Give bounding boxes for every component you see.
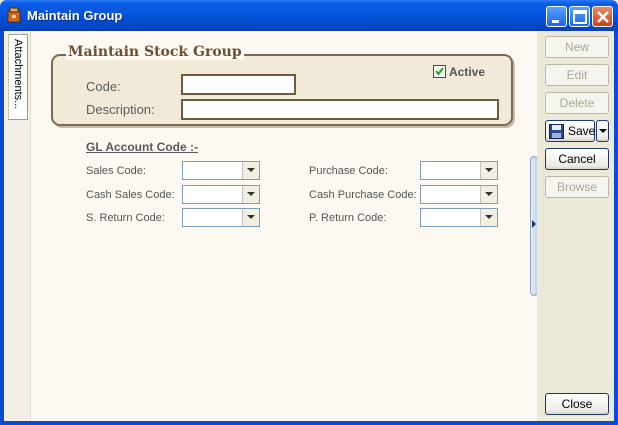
close-window-button[interactable]	[592, 6, 613, 27]
gl-account-heading: GL Account Code :-	[86, 140, 198, 154]
maximize-icon	[573, 10, 587, 24]
group-title: Maintain Stock Group	[66, 44, 244, 60]
purchase-code-select[interactable]	[420, 161, 498, 180]
dropdown-arrow[interactable]	[480, 209, 497, 226]
s-return-code-select[interactable]	[182, 208, 260, 227]
chevron-down-icon	[247, 192, 255, 196]
delete-button[interactable]: Delete	[545, 92, 609, 114]
description-label: Description:	[86, 102, 155, 117]
close-icon	[597, 11, 609, 23]
attachments-tab[interactable]: Attachments...	[8, 34, 28, 120]
chevron-down-icon	[247, 215, 255, 219]
save-button[interactable]: Save	[545, 120, 595, 142]
cash-purchase-code-select[interactable]	[420, 185, 498, 204]
app-icon	[7, 7, 21, 23]
save-options-dropdown[interactable]	[596, 120, 609, 142]
dropdown-arrow[interactable]	[480, 162, 497, 179]
minimize-button[interactable]	[546, 6, 567, 27]
new-button[interactable]: New	[545, 36, 609, 58]
active-label: Active	[449, 65, 486, 79]
title-bar[interactable]: Maintain Group	[0, 0, 618, 31]
p-return-code-select[interactable]	[420, 208, 498, 227]
chevron-down-icon	[485, 192, 493, 196]
cancel-button[interactable]: Cancel	[545, 148, 609, 170]
side-tab-strip: Attachments...	[4, 31, 31, 421]
chevron-down-icon	[485, 168, 493, 172]
dropdown-arrow[interactable]	[242, 162, 259, 179]
client-area: Attachments... Maintain Stock Group Acti…	[4, 31, 614, 421]
action-panel: New Edit Delete Save Cancel Browse Close	[537, 31, 614, 421]
p-return-code-label: P. Return Code:	[309, 212, 387, 224]
edit-button[interactable]: Edit	[545, 64, 609, 86]
dropdown-arrow[interactable]	[242, 209, 259, 226]
dropdown-arrow[interactable]	[480, 186, 497, 203]
save-button-label: Save	[568, 124, 596, 138]
chevron-down-icon	[485, 215, 493, 219]
code-input[interactable]	[181, 74, 296, 95]
code-label: Code:	[86, 79, 121, 94]
cash-purchase-code-label: Cash Purchase Code:	[309, 189, 417, 201]
cash-sales-code-select[interactable]	[182, 185, 260, 204]
maximize-button[interactable]	[569, 6, 590, 27]
chevron-down-icon	[599, 129, 607, 133]
chevron-down-icon	[247, 168, 255, 172]
floppy-disk-icon	[549, 124, 564, 139]
close-button[interactable]: Close	[545, 393, 609, 415]
sales-code-label: Sales Code:	[86, 165, 146, 177]
window: Maintain Group Attachments... Maintain S…	[0, 0, 618, 425]
description-input[interactable]	[181, 99, 499, 120]
checkmark-icon	[435, 67, 444, 76]
s-return-code-label: S. Return Code:	[86, 212, 165, 224]
browse-button[interactable]: Browse	[545, 176, 609, 198]
purchase-code-label: Purchase Code:	[309, 165, 388, 177]
dropdown-arrow[interactable]	[242, 186, 259, 203]
attachments-tab-label: Attachments...	[12, 39, 24, 110]
sales-code-select[interactable]	[182, 161, 260, 180]
active-checkbox[interactable]	[433, 65, 446, 78]
cash-sales-code-label: Cash Sales Code:	[86, 189, 175, 201]
window-title: Maintain Group	[27, 8, 123, 23]
minimize-icon	[552, 20, 559, 23]
